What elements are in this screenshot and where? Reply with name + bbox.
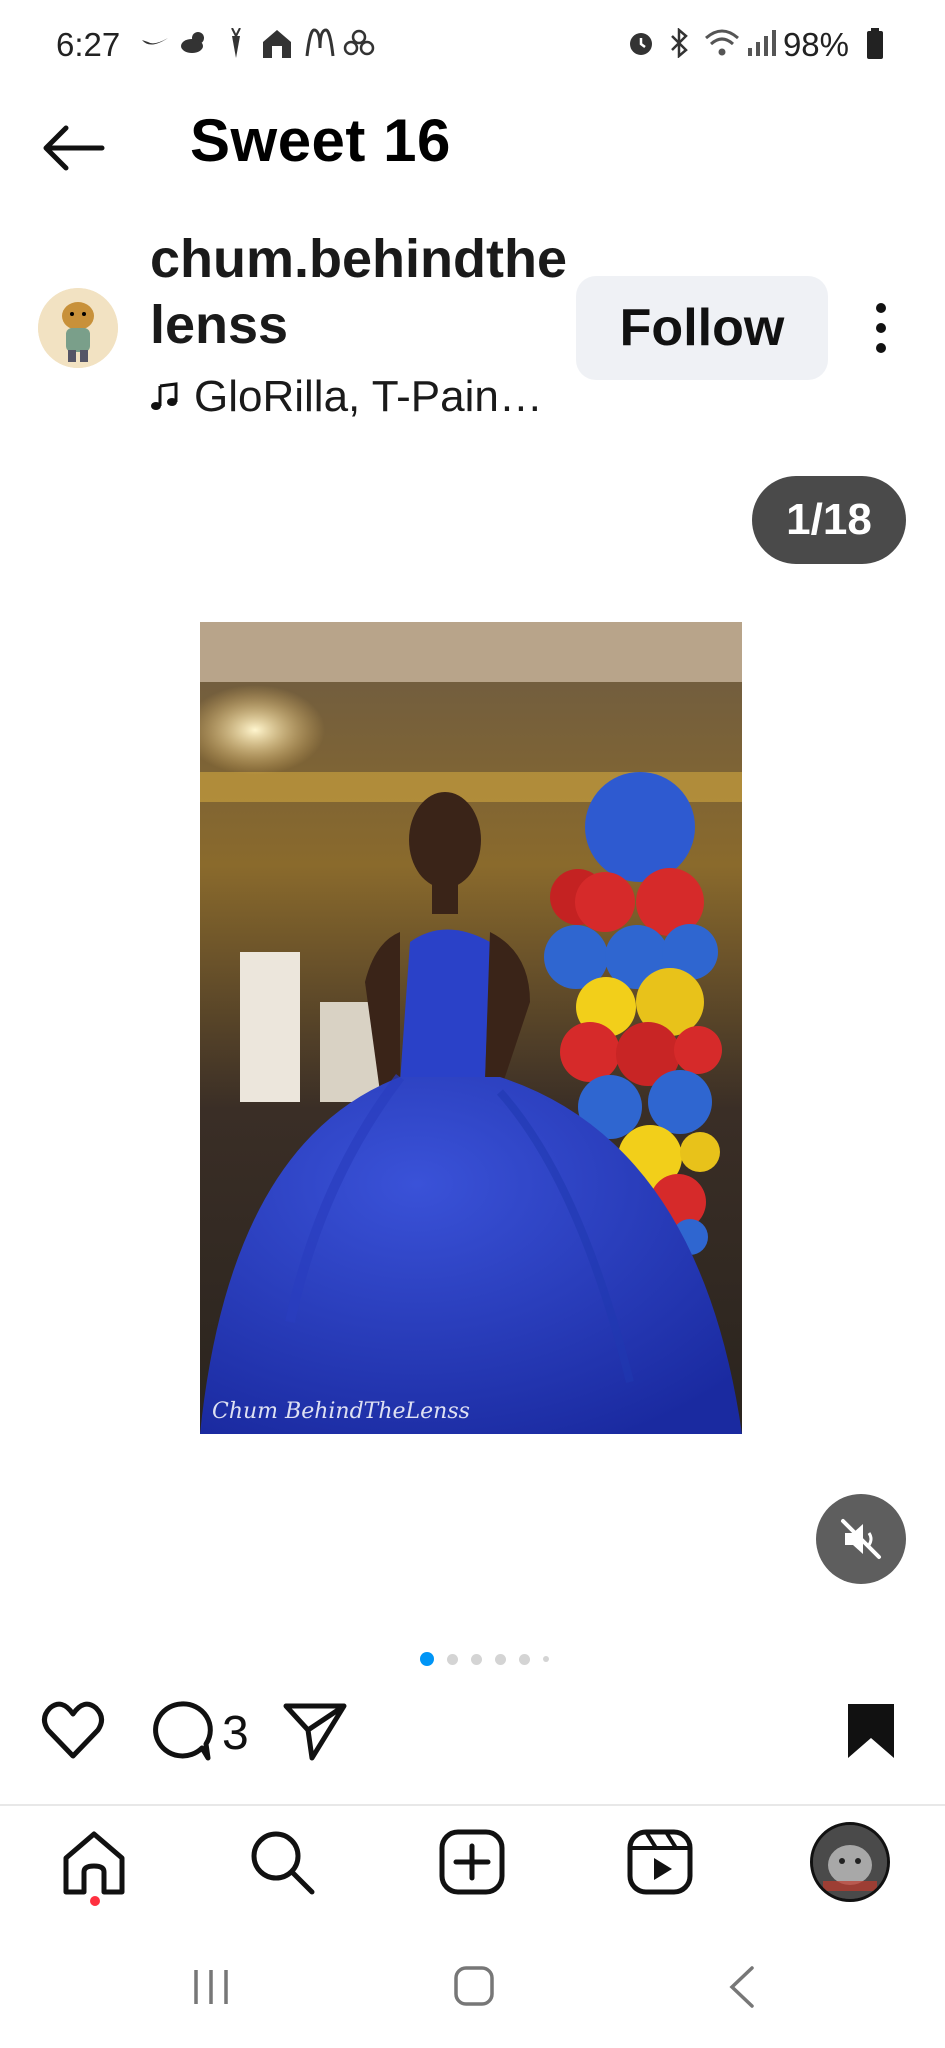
- back-arrow-icon[interactable]: [38, 118, 108, 178]
- post-photo[interactable]: Chum BehindTheLenss: [200, 622, 742, 1434]
- more-options-icon[interactable]: [866, 302, 896, 354]
- comment-icon[interactable]: [148, 1700, 214, 1762]
- carousel-counter: 1/18: [752, 476, 906, 564]
- carousel-dot: [519, 1653, 530, 1665]
- carousel-dot: [471, 1653, 482, 1665]
- author-avatar[interactable]: [38, 288, 118, 368]
- carousel-dot-active: [420, 1652, 434, 1666]
- signal-icon: [748, 30, 776, 56]
- bluetooth-icon: [671, 28, 688, 58]
- recents-icon[interactable]: [190, 1966, 232, 2008]
- reels-icon[interactable]: [624, 1826, 696, 1898]
- system-back-icon[interactable]: [722, 1964, 762, 2010]
- author-username[interactable]: chum.behindthelenss: [150, 226, 570, 358]
- page-title: Sweet 16: [190, 107, 451, 174]
- weather-icon: [181, 32, 204, 53]
- create-icon[interactable]: [436, 1826, 508, 1898]
- divider: [0, 1804, 945, 1806]
- heart-icon[interactable]: [40, 1700, 106, 1762]
- audio-track[interactable]: GloRilla, T-Pain…: [150, 372, 543, 422]
- search-icon[interactable]: [246, 1826, 318, 1898]
- carousel-dots: [420, 1652, 549, 1666]
- mcdonalds-icon: [305, 28, 335, 57]
- mute-button[interactable]: [816, 1494, 906, 1584]
- photo-watermark: Chum BehindTheLenss: [212, 1399, 470, 1424]
- carousel-dot: [543, 1656, 549, 1662]
- music-note-icon: [151, 382, 178, 410]
- comment-count: 3: [222, 1707, 249, 1760]
- speaker-muted-icon: [841, 1519, 881, 1559]
- profile-avatar[interactable]: [810, 1822, 890, 1902]
- carousel-dot: [447, 1653, 458, 1665]
- nike-icon: [142, 38, 168, 45]
- system-home-icon[interactable]: [452, 1964, 496, 2008]
- status-time: 6:27: [56, 26, 121, 63]
- battery-percent: 98%: [782, 26, 849, 63]
- alarm-icon: [630, 33, 652, 55]
- notification-dot: [90, 1896, 100, 1906]
- bookmark-icon[interactable]: [844, 1700, 898, 1762]
- follow-button[interactable]: Follow: [576, 276, 828, 380]
- carousel-dot: [495, 1653, 506, 1665]
- home-icon[interactable]: [58, 1826, 130, 1898]
- battery-icon: [867, 28, 883, 59]
- audio-label: GloRilla, T-Pain…: [194, 372, 543, 421]
- home-hands-icon: [263, 30, 291, 58]
- wifi-icon: [705, 29, 739, 56]
- carrot-icon: [231, 28, 241, 58]
- pinwheel-icon: [343, 29, 375, 56]
- share-icon[interactable]: [282, 1700, 348, 1762]
